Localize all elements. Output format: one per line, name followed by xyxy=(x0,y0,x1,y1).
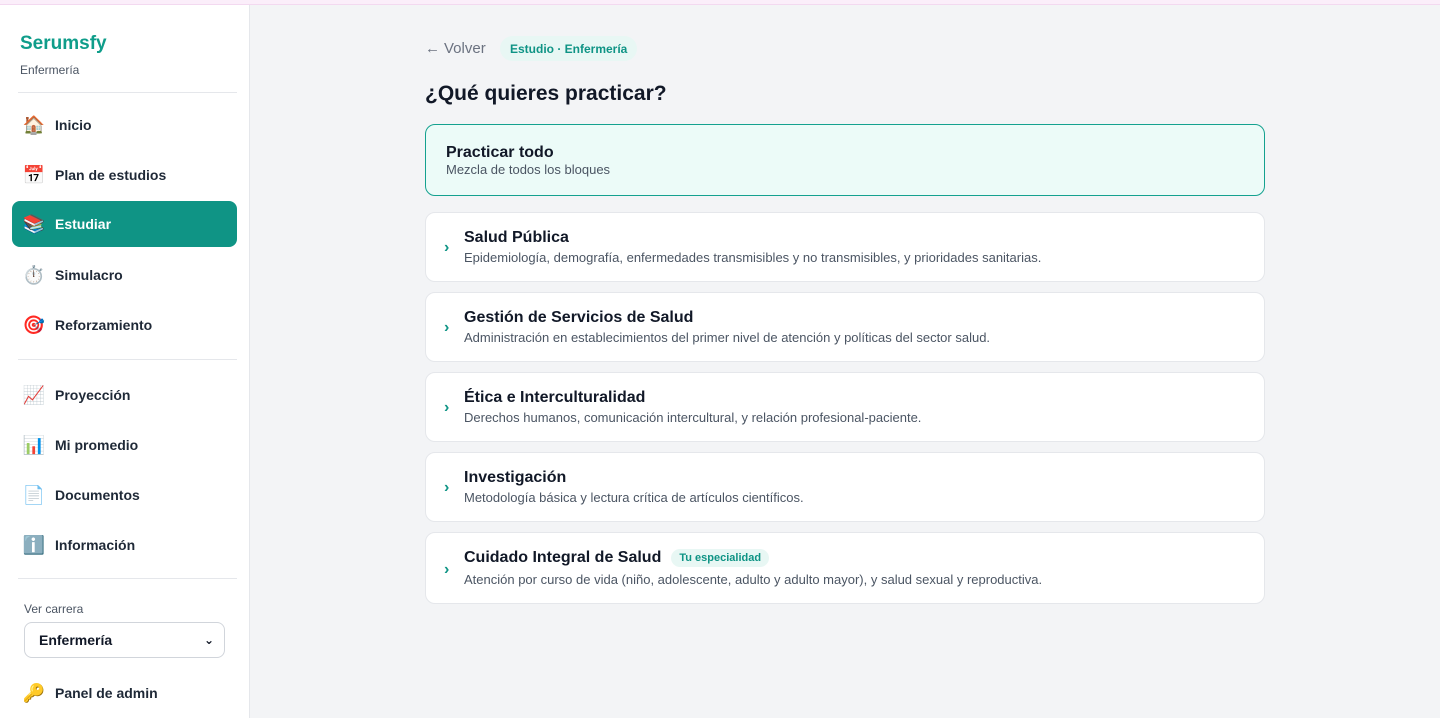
stopwatch-icon: ⏱️ xyxy=(22,265,46,285)
page-title: ¿Qué quieres practicar? xyxy=(425,82,667,105)
sidebar-item-estudiar[interactable]: 📚 Estudiar xyxy=(12,201,237,247)
block-title: Ética e Interculturalidad xyxy=(464,389,646,406)
sidebar-item-simulacro[interactable]: ⏱️ Simulacro xyxy=(12,252,237,298)
specialty-badge: Tu especialidad xyxy=(671,549,770,567)
document-icon: 📄 xyxy=(22,485,46,505)
career-label: Ver carrera xyxy=(24,602,84,616)
brand-subtitle: Enfermería xyxy=(20,63,80,77)
practice-all-description: Mezcla de todos los bloques xyxy=(446,162,611,177)
chevron-down-icon: ⌄ xyxy=(203,633,214,647)
block-card[interactable]: › Ética e Interculturalidad Derechos hum… xyxy=(425,372,1265,442)
arrow-left-icon: ← xyxy=(425,40,440,57)
sidebar-item-proyeccion[interactable]: 📈 Proyección xyxy=(12,372,237,418)
block-title: Cuidado Integral de Salud Tu especialida… xyxy=(464,549,770,567)
chevron-right-icon: › xyxy=(444,479,450,496)
key-icon: 🔑 xyxy=(22,683,46,703)
block-description: Metodología básica y lectura crítica de … xyxy=(464,490,804,505)
sidebar-item-plan-de-estudios[interactable]: 📅 Plan de estudios xyxy=(12,152,237,198)
sidebar-item-label: Proyección xyxy=(55,387,131,403)
divider xyxy=(18,359,237,360)
books-icon: 📚 xyxy=(22,214,46,234)
back-button[interactable]: ← Volver xyxy=(425,40,486,57)
chevron-right-icon: › xyxy=(444,239,450,256)
sidebar-item-mi-promedio[interactable]: 📊 Mi promedio xyxy=(12,422,237,468)
sidebar: Serumsfy Enfermería 🏠 Inicio 📅 Plan de e… xyxy=(0,5,250,718)
bar-chart-icon: 📊 xyxy=(22,435,46,455)
block-card[interactable]: › Cuidado Integral de Salud Tu especiali… xyxy=(425,532,1265,604)
block-description: Derechos humanos, comunicación intercult… xyxy=(464,410,922,425)
practice-all-card[interactable]: Practicar todo Mezcla de todos los bloqu… xyxy=(425,124,1265,196)
calendar-icon: 📅 xyxy=(22,165,46,185)
sidebar-item-admin[interactable]: 🔑 Panel de admin xyxy=(12,670,237,716)
chevron-right-icon: › xyxy=(444,561,450,578)
block-card[interactable]: › Salud Pública Epidemiología, demografí… xyxy=(425,212,1265,282)
brand-name[interactable]: Serumsfy xyxy=(20,33,107,55)
info-icon: ℹ️ xyxy=(22,535,46,555)
divider xyxy=(18,92,237,93)
sidebar-item-documentos[interactable]: 📄 Documentos xyxy=(12,472,237,518)
sidebar-item-label: Inicio xyxy=(55,117,92,133)
back-label: Volver xyxy=(444,40,486,57)
career-select-value: Enfermería xyxy=(39,632,113,648)
sidebar-item-label: Panel de admin xyxy=(55,685,158,701)
target-icon: 🎯 xyxy=(22,315,46,335)
block-title: Gestión de Servicios de Salud xyxy=(464,309,694,326)
sidebar-item-label: Simulacro xyxy=(55,267,123,283)
divider xyxy=(18,578,237,579)
breadcrumb: Estudio · Enfermería xyxy=(500,36,638,61)
block-title: Salud Pública xyxy=(464,229,569,246)
trend-chart-icon: 📈 xyxy=(22,385,46,405)
sidebar-item-label: Estudiar xyxy=(55,216,112,232)
chevron-right-icon: › xyxy=(444,319,450,336)
home-icon: 🏠 xyxy=(22,115,46,135)
sidebar-item-label: Plan de estudios xyxy=(55,167,167,183)
sidebar-item-reforzamiento[interactable]: 🎯 Reforzamiento xyxy=(12,302,237,348)
sidebar-item-label: Documentos xyxy=(55,487,140,503)
block-title: Investigación xyxy=(464,469,567,486)
chevron-right-icon: › xyxy=(444,399,450,416)
block-card[interactable]: › Investigación Metodología básica y lec… xyxy=(425,452,1265,522)
sidebar-item-label: Mi promedio xyxy=(55,437,139,453)
sidebar-item-label: Reforzamiento xyxy=(55,317,153,333)
sidebar-item-label: Información xyxy=(55,537,136,553)
practice-all-title: Practicar todo xyxy=(446,144,554,161)
career-select[interactable]: Enfermería ⌄ xyxy=(24,622,225,658)
block-description: Atención por curso de vida (niño, adoles… xyxy=(464,572,1043,587)
sidebar-item-informacion[interactable]: ℹ️ Información xyxy=(12,522,237,568)
sidebar-item-inicio[interactable]: 🏠 Inicio xyxy=(12,102,237,148)
block-description: Administración en establecimientos del p… xyxy=(464,330,991,345)
block-description: Epidemiología, demografía, enfermedades … xyxy=(464,250,1042,265)
block-card[interactable]: › Gestión de Servicios de Salud Administ… xyxy=(425,292,1265,362)
